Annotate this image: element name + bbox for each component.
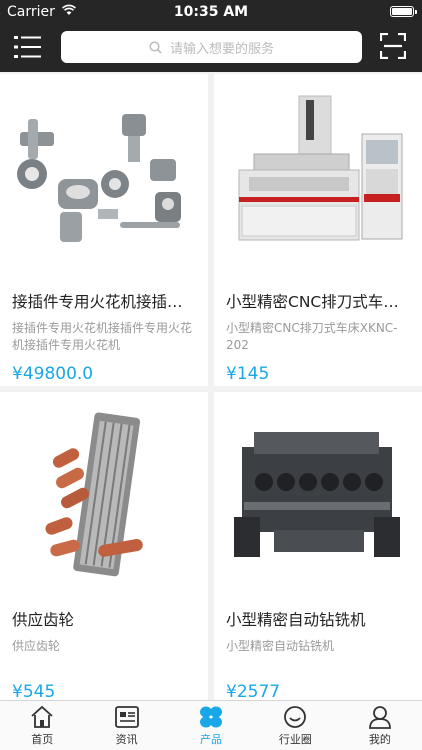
news-icon	[114, 706, 139, 728]
status-time: 10:35 AM	[173, 4, 249, 20]
product-grid: 接插件专用火花机接插… 接插件专用火花机接插件专用火花机接插件专用火花机 ¥49…	[0, 72, 422, 700]
product-title: 接插件专用火花机接插…	[12, 293, 183, 311]
product-title: 小型精密自动钻铣机	[226, 611, 366, 629]
edm-machine-image	[214, 74, 422, 270]
product-title: 供应齿轮	[12, 611, 75, 629]
tab-industry-circle[interactable]: 行业圈	[253, 701, 337, 750]
user-icon	[368, 706, 391, 729]
product-icon	[200, 706, 223, 728]
top-header: Carrier 10:35 AM 请输入想要的服务	[0, 0, 422, 72]
bottom-tab-bar: 首页 资讯 产品 行业圈 我的	[0, 700, 422, 750]
product-price: ¥2577	[226, 682, 281, 700]
connector-parts-image	[0, 74, 208, 270]
search-icon	[149, 40, 162, 54]
product-description: 小型精密自动钻铣机	[226, 639, 335, 653]
product-card[interactable]: 小型精密自动钻铣机 小型精密自动钻铣机 ¥2577	[214, 392, 422, 700]
product-card[interactable]: 小型精密CNC排刀式车… 小型精密CNC排刀式车床XKNC-202 ¥145	[214, 74, 422, 386]
tab-mine[interactable]: 我的	[338, 701, 422, 750]
tab-label: 产品	[200, 733, 223, 746]
tab-news[interactable]: 资讯	[84, 701, 168, 750]
tab-label: 我的	[368, 733, 391, 746]
product-card[interactable]: 接插件专用火花机接插… 接插件专用火花机接插件专用火花机接插件专用火花机 ¥49…	[0, 74, 208, 386]
status-bar: Carrier 10:35 AM	[0, 0, 422, 24]
product-card[interactable]: 供应齿轮 供应齿轮 ¥545	[0, 392, 208, 700]
tab-label: 首页	[31, 733, 54, 746]
app-screen: Carrier 10:35 AM 请输入想要的服务 接插件专用火花机接插… 接插…	[0, 0, 422, 750]
search-placeholder: 请输入想要的服务	[169, 41, 274, 57]
tab-label: 资讯	[115, 733, 138, 746]
search-input[interactable]: 请输入想要的服务	[61, 31, 362, 63]
battery-icon	[390, 6, 417, 17]
circle-icon	[284, 706, 307, 728]
product-description: 小型精密CNC排刀式车床XKNC-202	[226, 321, 398, 352]
product-price: ¥145	[226, 364, 270, 384]
product-description: 接插件专用火花机接插件专用火花机接插件专用火花机	[12, 321, 193, 352]
tab-label: 行业圈	[278, 733, 312, 746]
menu-list-icon[interactable]	[14, 34, 42, 60]
tab-home[interactable]: 首页	[0, 701, 84, 750]
gear-product-image	[0, 392, 208, 588]
tab-products[interactable]: 产品	[169, 701, 253, 750]
product-description: 供应齿轮	[12, 639, 61, 653]
product-title: 小型精密CNC排刀式车…	[226, 293, 399, 311]
product-price: ¥545	[12, 682, 56, 700]
product-price: ¥49800.0	[12, 364, 94, 384]
scan-icon[interactable]	[380, 33, 406, 59]
home-icon	[31, 705, 53, 728]
engine-block-image	[214, 392, 422, 588]
